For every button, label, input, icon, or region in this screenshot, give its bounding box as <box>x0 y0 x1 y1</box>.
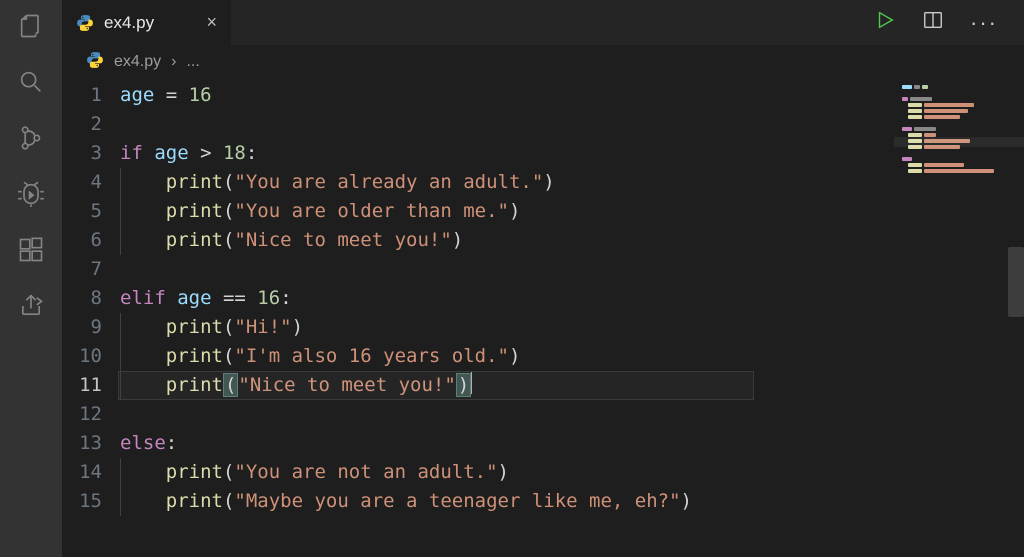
code-line: 1 age = 16 <box>62 81 894 110</box>
tabs-row: ex4.py × ··· <box>62 0 1024 45</box>
live-share-icon[interactable] <box>17 292 45 320</box>
editor-wrap: 1 age = 16 2 3 if age > 18: 4 print("You… <box>62 79 1024 557</box>
tab-ex4[interactable]: ex4.py × <box>62 0 232 45</box>
source-control-icon[interactable] <box>17 124 45 152</box>
chevron-right-icon: › <box>171 53 176 71</box>
python-file-icon <box>76 14 94 32</box>
scrollbar-thumb[interactable] <box>1008 247 1024 317</box>
editor-group: ex4.py × ··· ex4.py › ... <box>62 0 1024 557</box>
editor-actions: ··· <box>874 0 1024 45</box>
search-icon[interactable] <box>17 68 45 96</box>
run-icon[interactable] <box>874 9 896 36</box>
breadcrumb-file: ex4.py <box>114 53 161 71</box>
debug-icon[interactable] <box>17 180 45 208</box>
explorer-icon[interactable] <box>17 12 45 40</box>
activity-bar <box>0 0 62 557</box>
minimap[interactable] <box>894 79 1024 557</box>
text-editor[interactable]: 1 age = 16 2 3 if age > 18: 4 print("You… <box>62 79 894 557</box>
line-number: 1 <box>62 81 120 110</box>
close-icon[interactable]: × <box>206 12 217 33</box>
extensions-icon[interactable] <box>17 236 45 264</box>
tab-label: ex4.py <box>104 13 154 33</box>
more-actions-icon[interactable]: ··· <box>970 10 998 36</box>
text-cursor <box>471 372 472 394</box>
python-file-icon <box>86 51 104 74</box>
breadcrumb[interactable]: ex4.py › ... <box>62 45 1024 79</box>
app-root: ex4.py × ··· ex4.py › ... <box>0 0 1024 557</box>
breadcrumb-rest: ... <box>186 53 199 71</box>
split-editor-icon[interactable] <box>922 9 944 36</box>
